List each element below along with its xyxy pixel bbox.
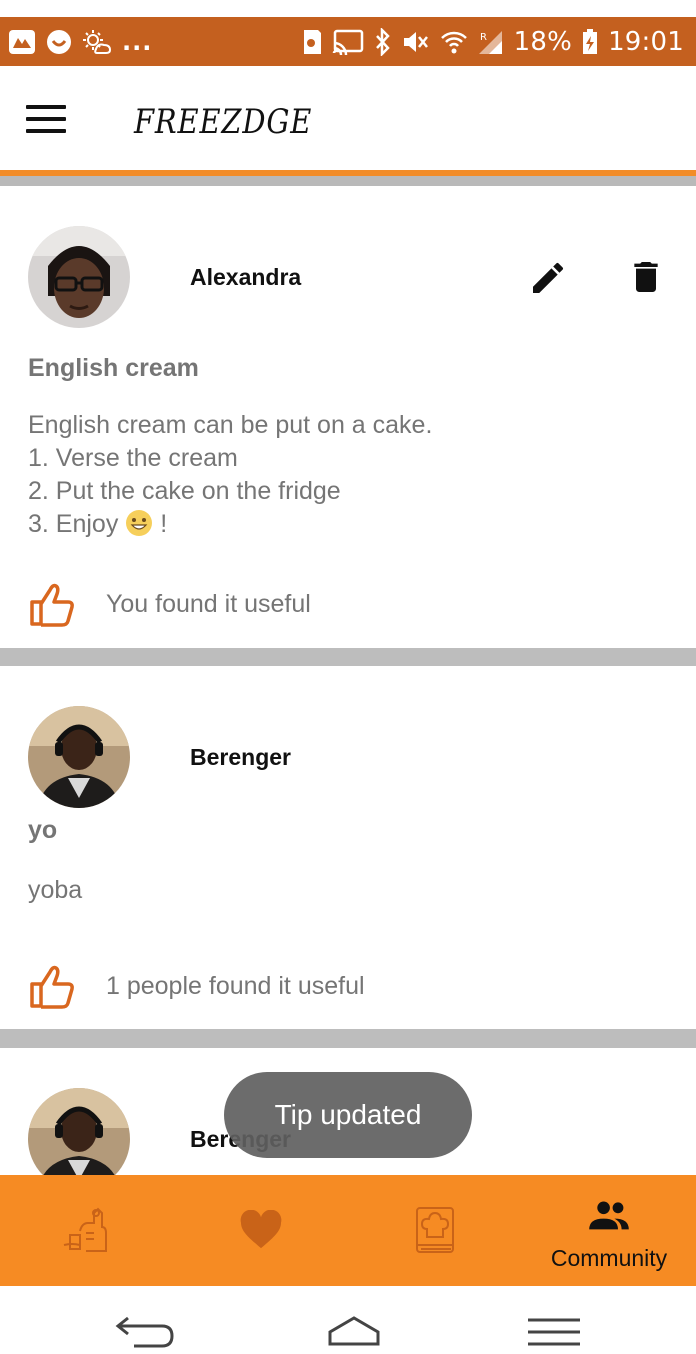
edit-tip-button[interactable]	[528, 258, 568, 298]
tip-title: yo	[28, 816, 58, 844]
home-button[interactable]	[304, 1286, 404, 1354]
trash-icon	[634, 262, 658, 292]
fridge-food-icon	[63, 1207, 107, 1252]
wifi-icon	[440, 29, 468, 55]
bottom-navigation: Community	[0, 1175, 696, 1286]
tips-feed[interactable]: Alexandra English cream English cream ca…	[0, 186, 696, 1175]
toast: Tip updated	[224, 1072, 472, 1158]
thumbs-up-icon	[30, 583, 74, 627]
thumbs-up-icon	[30, 965, 74, 1009]
tip-body-line: yoba	[28, 876, 83, 904]
tip-body-line: 1. Verse the cream	[28, 444, 238, 472]
tip-body-line: English cream can be put on a cake.	[28, 411, 433, 439]
tip-body: yoba	[28, 874, 82, 907]
toast-message: Tip updated	[274, 1099, 422, 1130]
tip-body-line: 3. Enjoy !	[28, 508, 432, 541]
signal-icon: R	[478, 29, 504, 55]
mute-icon	[402, 29, 430, 55]
grinning-emoji-icon	[125, 509, 153, 537]
weather-notification-icon	[82, 29, 112, 55]
tip-body: English cream can be put on a cake. 1. V…	[28, 409, 432, 541]
menu-button[interactable]	[26, 105, 66, 135]
avatar[interactable]	[28, 706, 130, 808]
status-bar: ... R 18% 19:01	[0, 0, 696, 66]
useful-count: You found it useful	[106, 590, 311, 618]
delete-tip-button[interactable]	[626, 256, 666, 296]
nav-label-community: Community	[550, 1245, 668, 1271]
like-button[interactable]	[28, 962, 76, 1010]
app-bar: FREEZDGE	[0, 66, 696, 172]
menu-icon	[26, 105, 66, 109]
app-bar-shadow	[0, 176, 696, 186]
system-navigation-bar	[0, 1286, 696, 1354]
more-notifications-indicator: ...	[122, 28, 153, 56]
tip-body-line-text: 3. Enjoy	[28, 510, 119, 538]
back-button[interactable]	[96, 1286, 196, 1354]
community-icon	[589, 1201, 629, 1230]
menu-icon-bar	[26, 117, 66, 121]
bluetooth-icon	[374, 28, 392, 56]
battery-percent: 18%	[513, 27, 573, 57]
menu-icon-bar	[26, 129, 66, 133]
tip-body-line: 2. Put the cake on the fridge	[28, 477, 341, 505]
avatar[interactable]	[28, 1088, 130, 1175]
home-icon	[328, 1316, 380, 1346]
tip-card: Alexandra English cream English cream ca…	[0, 186, 696, 648]
tip-card: Berenger yo yoba 1 people found it usefu…	[0, 666, 696, 1029]
edit-icon	[533, 262, 564, 293]
recipe-book-icon	[416, 1207, 454, 1253]
cast-icon	[332, 29, 364, 55]
heart-icon	[240, 1210, 282, 1249]
tip-body-tail: !	[153, 510, 168, 538]
messenger-notification-icon	[46, 29, 72, 55]
nav-item-community[interactable]: Community	[522, 1175, 696, 1286]
avatar[interactable]	[28, 226, 130, 328]
svg-text:R: R	[480, 32, 487, 43]
sd-card-icon	[300, 29, 322, 55]
app-title: FREEZDGE	[134, 102, 313, 142]
nav-item-fridge[interactable]	[0, 1175, 174, 1286]
nav-item-recipes[interactable]	[348, 1175, 522, 1286]
nav-item-favorites[interactable]	[174, 1175, 348, 1286]
tip-author: Berenger	[190, 744, 291, 770]
back-icon	[115, 1316, 174, 1348]
menu-icon	[528, 1318, 580, 1346]
battery-charging-icon	[582, 29, 598, 55]
like-button[interactable]	[28, 580, 76, 628]
clock: 19:01	[608, 27, 684, 57]
tip-title: English cream	[28, 354, 199, 382]
tip-author: Alexandra	[190, 264, 302, 290]
recent-apps-button[interactable]	[504, 1286, 604, 1354]
useful-count: 1 people found it useful	[106, 972, 365, 1000]
app-notification-icon	[8, 29, 36, 55]
